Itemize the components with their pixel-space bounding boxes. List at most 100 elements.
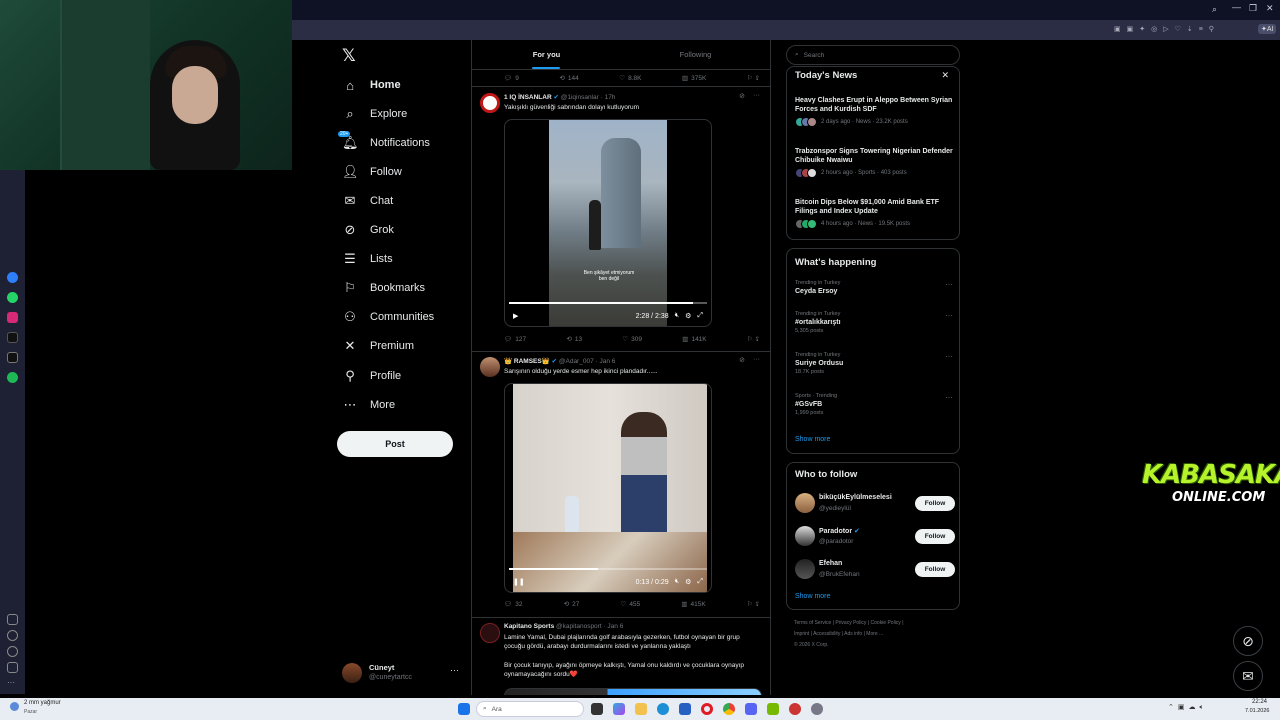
nav-lists[interactable]: ☰ Lists [342, 247, 392, 271]
news-item[interactable]: Heavy Clashes Erupt in Aleppo Between Sy… [795, 96, 955, 128]
like-button[interactable]: ♡ 8.8K [619, 74, 641, 83]
windows-start-icon[interactable] [458, 703, 470, 715]
grok-icon[interactable]: ⊘ [739, 356, 745, 364]
tweet-time[interactable]: Jan 6 [599, 358, 615, 365]
x-logo[interactable]: 𝕏 [342, 46, 356, 66]
heart-icon[interactable] [7, 630, 18, 641]
reply-button[interactable]: 💬︎ 9 [504, 74, 519, 83]
chrome-icon[interactable] [723, 703, 735, 715]
pause-icon[interactable]: ❚❚ [513, 578, 525, 586]
footer-link[interactable]: Privacy Policy [835, 620, 866, 626]
nav-communities[interactable]: ⚇ Communities [342, 305, 434, 329]
instagram-icon[interactable] [7, 312, 18, 323]
footer-link[interactable]: Imprint [794, 631, 809, 637]
nav-grok[interactable]: ⊘ Grok [342, 218, 394, 242]
nav-premium[interactable]: ✕ Premium [342, 334, 414, 358]
follow-button[interactable]: Follow [915, 496, 955, 511]
show-more-follow-link[interactable]: Show more [795, 593, 830, 600]
like-button[interactable]: ♡ 309 [622, 335, 642, 344]
trend-item[interactable]: Sports · Trending #GSvFB 1,999 posts ··· [795, 393, 955, 416]
tweet-time[interactable]: Jan 6 [607, 623, 623, 630]
author-handle[interactable]: @1iqinsanlar [561, 94, 599, 101]
messages-floating-button[interactable]: ✉ [1233, 661, 1263, 691]
like-button[interactable]: ♡ 455 [621, 600, 641, 609]
reply-button[interactable]: 💬︎ 127 [504, 335, 526, 344]
nav-more[interactable]: ⋯ More [342, 393, 396, 417]
bookmark-share[interactable]: ⚐ ⇪ [747, 600, 760, 608]
tweet[interactable]: 1 IQ İNSANLAR ✔ @1iqinsanlar · 17h ⊘ ··· … [472, 87, 770, 352]
account-switcher[interactable]: Cüneyt @cuneytartcc ··· [342, 661, 462, 685]
nvidia-icon[interactable] [767, 703, 779, 715]
minimize-button[interactable]: — [1232, 2, 1241, 12]
more-icon[interactable]: ··· [945, 393, 953, 402]
more-icon[interactable]: ··· [945, 311, 953, 320]
x-app-icon[interactable] [7, 352, 18, 363]
tweet[interactable]: Kapitano Sports @kapitanosport · Jan 6 L… [472, 618, 770, 695]
taskview-icon[interactable] [591, 703, 603, 715]
mute-icon[interactable]: 🔇︎ [675, 312, 679, 320]
news-item[interactable]: Trabzonspor Signs Towering Nigerian Defe… [795, 147, 955, 179]
tab-following[interactable]: Following [621, 40, 770, 69]
fullscreen-icon[interactable]: ⤢ [697, 578, 703, 586]
copilot-icon[interactable] [613, 703, 625, 715]
close-button[interactable]: ✕ [1266, 3, 1274, 14]
nav-chat[interactable]: ✉ Chat [342, 189, 394, 213]
toolbar-icons[interactable]: ▣▣✦◎▷♡⇣≡⚲ [1114, 25, 1220, 33]
settings-icon[interactable]: ⚙ [685, 312, 691, 320]
tweet[interactable]: 👑 RAMSES👑 ✔ @Adar_007 · Jan 6 ⊘ ··· Sarış… [472, 352, 770, 618]
nav-follow[interactable]: 👤︎ Follow [342, 160, 402, 184]
tweet-image[interactable] [504, 688, 762, 695]
tweet-avatar[interactable] [480, 357, 500, 377]
follow-suggestion[interactable]: biküçükEylülmeselesi @yedieylül Follow [795, 491, 955, 517]
grid-icon[interactable] [7, 614, 18, 625]
ai-button[interactable]: ✦AI [1258, 24, 1277, 34]
views-button[interactable]: ▥ 415K [681, 600, 705, 609]
messenger-icon[interactable] [7, 272, 18, 283]
more-icon[interactable]: ··· [945, 280, 953, 289]
trend-item[interactable]: Trending in Turkey Ceyda Ersoy ··· [795, 280, 955, 295]
grok-floating-button[interactable]: ⊘ [1233, 626, 1263, 656]
discord-icon[interactable] [745, 703, 757, 715]
author-name[interactable]: Kapitano Sports [504, 623, 554, 630]
footer-link[interactable]: More ... [866, 631, 883, 637]
grok-icon[interactable]: ⊘ [739, 92, 745, 100]
nav-notifications[interactable]: 🔔︎ 20+ Notifications [338, 131, 430, 155]
video-progress-bar[interactable] [509, 302, 707, 304]
opera-icon[interactable] [701, 703, 713, 715]
taskbar-search[interactable]: ⌕ Ara [476, 701, 584, 717]
play-icon[interactable]: ▶ [513, 312, 518, 320]
tweet-video[interactable]: ❚❚ 0:13 / 0:29 🔇︎ ⚙ ⤢ [504, 383, 712, 593]
author-name[interactable]: 1 IQ İNSANLAR [504, 94, 552, 101]
tweet-avatar[interactable] [480, 93, 500, 113]
footer-link[interactable]: Ads info [844, 631, 862, 637]
repost-button[interactable]: ⟲ 13 [566, 335, 582, 344]
tweet-video[interactable]: Ben şikâyet etmiyorum ben değil ▶ 2:28 /… [504, 119, 712, 327]
store-icon[interactable] [679, 703, 691, 715]
follow-suggestion[interactable]: Paradotor ✔ @paradotor Follow [795, 524, 955, 550]
maximize-button[interactable]: ❐ [1249, 3, 1257, 14]
follow-button[interactable]: Follow [915, 529, 955, 544]
tiktok-icon[interactable] [7, 332, 18, 343]
nav-bookmarks[interactable]: ⚐ Bookmarks [342, 276, 425, 300]
nav-profile[interactable]: ⚲ Profile [342, 364, 401, 388]
follow-suggestion[interactable]: Efehan @BrukEfehan Follow [795, 557, 955, 583]
browser-search-icon[interactable]: ⌕ [1212, 4, 1217, 15]
post-button[interactable]: Post [337, 431, 453, 457]
news-item[interactable]: Bitcoin Dips Below $91,000 Amid Bank ETF… [795, 198, 955, 230]
search-input[interactable]: Search [804, 52, 825, 59]
author-handle[interactable]: @Adar_007 [559, 358, 594, 365]
account-more-icon[interactable]: ··· [450, 665, 459, 675]
tab-for-you[interactable]: For you [472, 40, 621, 69]
tray-icons[interactable]: ⌃▣☁🔈︎ [1168, 703, 1208, 712]
footer-link[interactable]: Cookie Policy [871, 620, 901, 626]
footer-link[interactable]: Terms of Service [794, 620, 831, 626]
more-icon[interactable]: ··· [753, 92, 760, 100]
views-button[interactable]: ▥ 375K [682, 74, 706, 83]
clock-time[interactable]: 22:24 [1252, 699, 1267, 705]
mute-icon[interactable]: 🔇︎ [675, 578, 679, 586]
fullscreen-icon[interactable]: ⤢ [697, 312, 703, 320]
bookmark-share[interactable]: ⚐ ⇪ [747, 335, 760, 343]
reply-button[interactable]: 💬︎ 32 [504, 600, 523, 609]
more-icon[interactable]: ··· [753, 356, 760, 364]
history-icon[interactable] [7, 646, 18, 657]
